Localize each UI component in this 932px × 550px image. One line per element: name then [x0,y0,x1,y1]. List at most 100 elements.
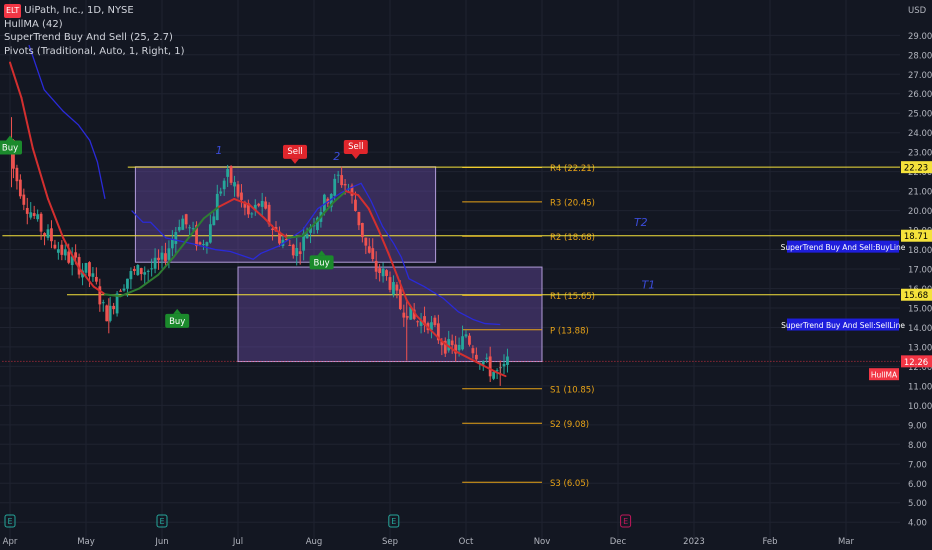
candle-down [15,167,19,182]
level-tag-label: 15.68 [904,291,928,301]
earnings-label: E [623,517,628,526]
candle-down [240,192,243,200]
buy-signal-label: Buy [2,143,18,153]
x-tick-label: Apr [3,537,18,547]
pivot-label-s1: S1 (10.85) [550,385,594,395]
y-tick-label: 18.00 [908,246,932,256]
candle-up [336,174,340,176]
buy-signal-label: Buy [169,317,185,327]
candle-up [56,249,60,253]
candle-up [126,278,129,289]
candle-up [170,239,174,249]
earnings-label: E [391,517,396,526]
x-tick-label: May [77,537,95,547]
candle-down [474,354,478,360]
candle-up [392,282,395,295]
legend-hull[interactable]: HullMA (42) [4,18,185,32]
candle-up [506,356,509,365]
y-tick-label: 4.00 [908,519,927,529]
y-tick-label: 8.00 [908,441,927,451]
candle-up [84,262,88,273]
y-tick-label: 9.00 [908,421,927,431]
candle-down [402,312,406,318]
candle-up [212,216,216,226]
candle-up [143,272,147,275]
x-tick-label: Nov [534,537,551,547]
pivot-label-r2: R2 (18.68) [550,233,595,243]
symbol-title: UiPath, Inc., 1D, NYSE [24,5,134,16]
legend-supertrend[interactable]: SuperTrend Buy And Sell (25, 2.7) [4,31,185,45]
candle-down [264,201,268,209]
supertrend-tag-label: SuperTrend Buy And Sell:BuyLine [781,243,906,252]
symbol-badge[interactable]: ELT [4,4,22,18]
y-tick-label: 15.00 [908,304,932,314]
candle-down [139,268,143,275]
candle-up [485,357,489,359]
pivot-label-r4: R4 (22.21) [550,164,595,174]
earnings-label: E [159,517,164,526]
candle-up [167,248,171,260]
candle-down [112,305,116,310]
y-tick-label: 23.00 [908,149,932,159]
legend-pivots[interactable]: Pivots (Traditional, Auto, 1, Right, 1) [4,45,185,59]
y-tick-label: 25.00 [908,110,932,120]
annotation-t1: T1 [642,279,656,292]
candle-down [488,356,492,377]
sell-signal-label: Sell [348,142,363,152]
candle-down [74,252,78,258]
candle-down [132,268,136,272]
x-tick-label: 2023 [683,537,705,547]
candle-down [371,248,375,260]
y-tick-label: 14.00 [908,324,932,334]
y-tick-label: 5.00 [908,499,927,509]
price-chart[interactable]: R4 (22.21) R3 (20.45) R2 (18.68) R1 (15.65)… [0,0,932,550]
y-tick-label: 10.00 [908,402,932,412]
candle-up [219,191,223,194]
candle-down [291,244,295,256]
y-tick-label: 13.00 [908,343,932,353]
y-tick-label: 17.00 [908,266,932,276]
x-tick-label: Sep [382,537,398,547]
candle-down [360,222,364,238]
candle-up [492,371,496,379]
last-price-tag-label: 12.26 [904,358,928,368]
candle-down [357,211,361,226]
candle-up [502,363,506,367]
candle-up [333,178,337,196]
candle-up [250,213,254,215]
candle-down [157,257,160,261]
candle-down [39,213,43,232]
candle-down [340,175,344,186]
candle-up [226,169,230,177]
candle-up [36,214,40,220]
candle-up [177,226,181,231]
candle-up [208,224,212,243]
legend-symbol-row[interactable]: ELT UiPath, Inc., 1D, NYSE [4,4,185,18]
pivot-label-r3: R3 (20.45) [550,198,595,208]
supertrend-tag-label: SuperTrend Buy And Sell:SellLine [781,321,905,330]
candle-down [60,244,64,255]
buy-signal-label: Buy [313,258,329,268]
candle-down [184,214,188,225]
candle-up [188,227,192,229]
candle-down [416,321,420,323]
candle-up [153,257,157,269]
earnings-label: E [7,517,12,526]
candle-down [198,242,202,245]
pivot-label-p: P (13.88) [550,326,589,336]
candle-down [385,270,388,276]
candle-up [63,249,67,256]
candle-down [433,317,437,326]
pivot-label-s2: S2 (9.08) [550,420,589,430]
candle-down [374,260,378,272]
annotation-2: 2 [333,150,340,163]
candle-down [450,340,454,346]
candle-up [305,234,309,239]
candle-up [205,242,209,246]
y-tick-label: 27.00 [908,71,932,81]
y-tick-label: 26.00 [908,90,932,100]
y-tick-label: 11.00 [908,382,932,392]
chart-legend: ELT UiPath, Inc., 1D, NYSE HullMA (42) Su… [4,4,185,58]
candle-down [398,289,402,310]
y-tick-label: 21.00 [908,188,932,198]
